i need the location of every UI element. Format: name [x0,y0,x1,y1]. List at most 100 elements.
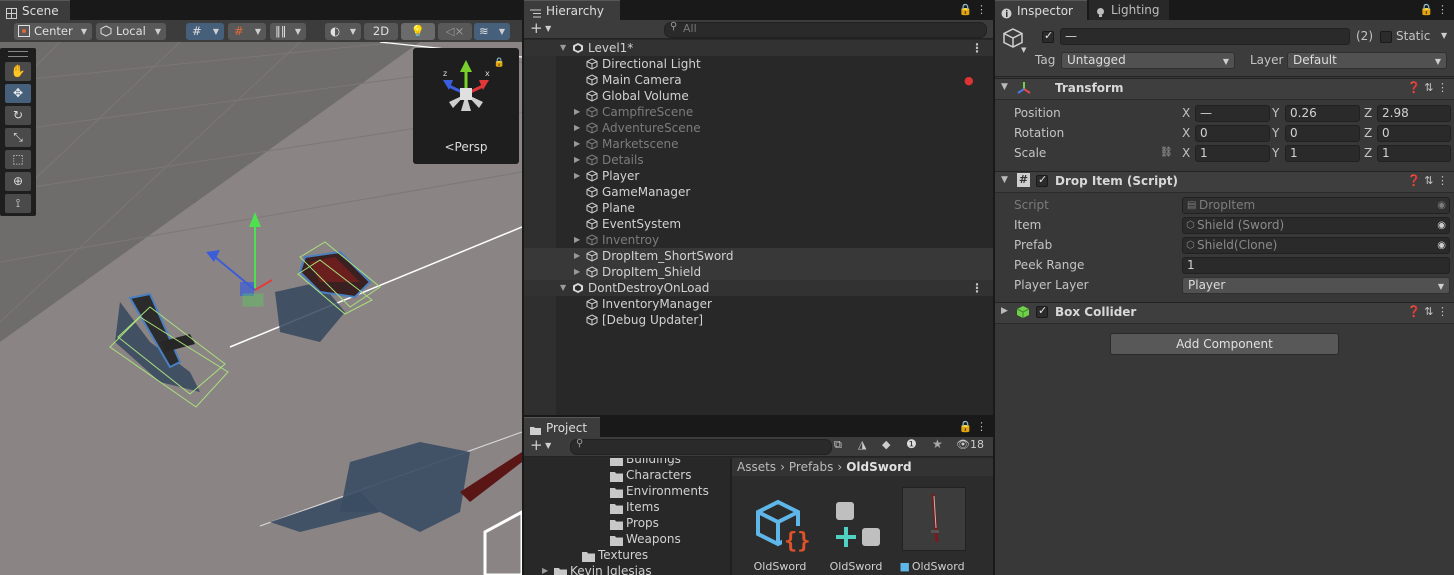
presets-icon[interactable]: ⇅ [1424,81,1433,94]
rotate-tool-button[interactable]: ↻ [5,106,31,125]
hierarchy-row[interactable]: ▼ DontDestroyOnLoad ⋮ [524,280,993,296]
axis-z-label[interactable]: Z [1364,106,1372,120]
tab-hierarchy[interactable]: Hierarchy [524,0,620,20]
hierarchy-row[interactable]: ▼ Level1* ⋮ [524,40,993,56]
tab-inspector[interactable]: Inspector [995,0,1087,20]
breadcrumb-item[interactable]: OldSword [846,460,911,474]
hierarchy-row[interactable]: [Debug Updater] [524,312,993,328]
hierarchy-row[interactable]: Global Volume [524,88,993,104]
custom-tool-button[interactable]: ⟟ [5,194,31,213]
box-collider-enabled-checkbox[interactable] [1036,304,1048,318]
audio-toggle-button[interactable]: ◁× [438,23,472,40]
hidden-packages-toggle[interactable]: 👁18 [956,438,984,451]
hierarchy-row[interactable]: ▶ CampfireScene [524,104,993,120]
more-options-icon[interactable]: ⋮ [971,280,983,296]
shading-mode-button[interactable]: ◐ ▼ [325,23,361,40]
hierarchy-row[interactable]: InventoryManager [524,296,993,312]
foldout-arrow-icon[interactable]: ▶ [574,168,580,184]
hierarchy-row[interactable]: Main Camera [524,72,993,88]
transform-x-field[interactable]: 1 [1195,145,1270,162]
transform-x-field[interactable]: — [1195,105,1270,122]
drop-item-enabled-checkbox[interactable] [1036,173,1048,187]
hierarchy-row[interactable]: ▶ AdventureScene [524,120,993,136]
ruler-button[interactable]: ‖‖ ▼ [270,23,306,40]
axis-x-label[interactable]: X [1182,146,1190,160]
tab-project[interactable]: Project [524,417,600,437]
presets-icon[interactable]: ⇅ [1424,174,1433,187]
2d-toggle-button[interactable]: 2D [364,23,398,40]
foldout-arrow-icon[interactable]: ▶ [1001,306,1008,316]
hierarchy-row[interactable]: GameManager [524,184,993,200]
create-asset-button[interactable]: + ▼ [530,436,551,454]
more-options-icon[interactable]: ⋮ [1437,81,1448,94]
more-options-icon[interactable]: ⋮ [971,40,983,56]
folder-item[interactable]: Buildings [524,458,730,467]
more-options-icon[interactable]: ⋮ [1437,3,1448,16]
axis-z-label[interactable]: Z [1364,146,1372,160]
hierarchy-row[interactable]: EventSystem [524,216,993,232]
hierarchy-row[interactable]: Plane [524,200,993,216]
axis-x-label[interactable]: X [1182,106,1190,120]
scene-viewport[interactable]: ✋ ✥ ↻ ⤡ ⬚ ⊕ ⟟ 🔒 z x <Persp [0,42,522,575]
help-icon[interactable]: ❓ [1407,81,1421,94]
favorite-star-icon[interactable]: ★ [932,437,943,451]
tag-dropdown[interactable]: Untagged ▼ [1061,52,1235,69]
transform-y-field[interactable]: 1 [1285,145,1360,162]
transform-tool-button[interactable]: ⊕ [5,172,31,191]
folder-item[interactable]: Textures [524,547,730,563]
axis-y-label[interactable]: Y [1272,146,1279,160]
transform-y-field[interactable]: 0 [1285,125,1360,142]
lock-icon[interactable]: 🔒 [959,420,973,433]
transform-z-field[interactable]: 2.98 [1377,105,1451,122]
foldout-arrow-icon[interactable]: ▼ [1001,82,1008,92]
hierarchy-search-field[interactable]: ⚲ All [664,21,987,38]
filter-by-type-icon[interactable]: ◮ [858,438,866,451]
foldout-arrow-icon[interactable]: ▶ [574,232,580,248]
object-picker-icon[interactable]: ◉ [1437,218,1446,233]
prefab-field[interactable]: ⬡ Shield(Clone) ◉ [1182,237,1450,254]
hierarchy-row[interactable]: ▶ DropItem_Shield [524,264,993,280]
axis-y-label[interactable]: Y [1272,106,1279,120]
breadcrumb-item[interactable]: Assets [737,460,776,474]
orientation-gizmo[interactable]: 🔒 z x <Persp [413,48,519,164]
effects-toggle-button[interactable]: ≋ ▼ [474,23,510,40]
more-options-icon[interactable]: ⋮ [1437,305,1448,318]
transform-header[interactable]: ▼ Transform ❓ ⇅ ⋮ [995,78,1454,100]
foldout-arrow-icon[interactable]: ▶ [574,136,580,152]
player-layer-dropdown[interactable]: Player ▼ [1182,277,1450,294]
hierarchy-row[interactable]: ▶ Player [524,168,993,184]
breadcrumb-item[interactable]: Prefabs [789,460,834,474]
lock-icon[interactable]: 🔒 [959,3,973,16]
scale-tool-button[interactable]: ⤡ [5,128,31,147]
folder-item[interactable]: Environments [524,483,730,499]
axis-x-label[interactable]: X [1182,126,1190,140]
chevron-down-icon[interactable]: ▼ [1021,46,1026,54]
peek-range-field[interactable]: 1 [1182,257,1450,274]
lock-icon[interactable]: 🔒 [1420,3,1434,16]
object-picker-icon[interactable]: ◉ [1437,238,1446,253]
foldout-arrow-icon[interactable]: ▼ [560,40,566,56]
asset-tile[interactable]: {} OldSword [744,488,816,573]
more-options-icon[interactable]: ⋮ [976,3,987,16]
object-name-field[interactable]: — [1060,28,1350,45]
foldout-arrow-icon[interactable]: ▶ [574,120,580,136]
layer-dropdown[interactable]: Default ▼ [1287,52,1447,69]
project-search-field[interactable]: ⚲ [570,438,832,455]
foldout-arrow-icon[interactable]: ▼ [1001,175,1008,185]
filter-by-label-icon[interactable]: ◆ [882,438,890,451]
rect-tool-button[interactable]: ⬚ [5,150,31,169]
foldout-arrow-icon[interactable]: ▶ [574,152,580,168]
perspective-label[interactable]: <Persp [413,140,519,154]
grid-snap-button[interactable]: # ▼ [186,23,224,40]
asset-tile[interactable]: OldSword [820,488,892,573]
search-by-type-icon[interactable]: ⧉ [834,438,842,452]
axis-y-label[interactable]: Y [1272,126,1279,140]
pivot-dropdown[interactable]: Center ▼ [14,23,92,40]
hierarchy-row[interactable]: ▶ DropItem_ShortSword [524,248,993,264]
tab-scene[interactable]: Scene [0,0,70,20]
tab-lighting[interactable]: Lighting [1089,0,1169,20]
hierarchy-row[interactable]: ▶ Marketscene [524,136,993,152]
static-checkbox[interactable] [1380,31,1392,43]
constrain-proportions-icon[interactable]: ⛓ [1160,147,1173,158]
folder-item[interactable]: Weapons [524,531,730,547]
